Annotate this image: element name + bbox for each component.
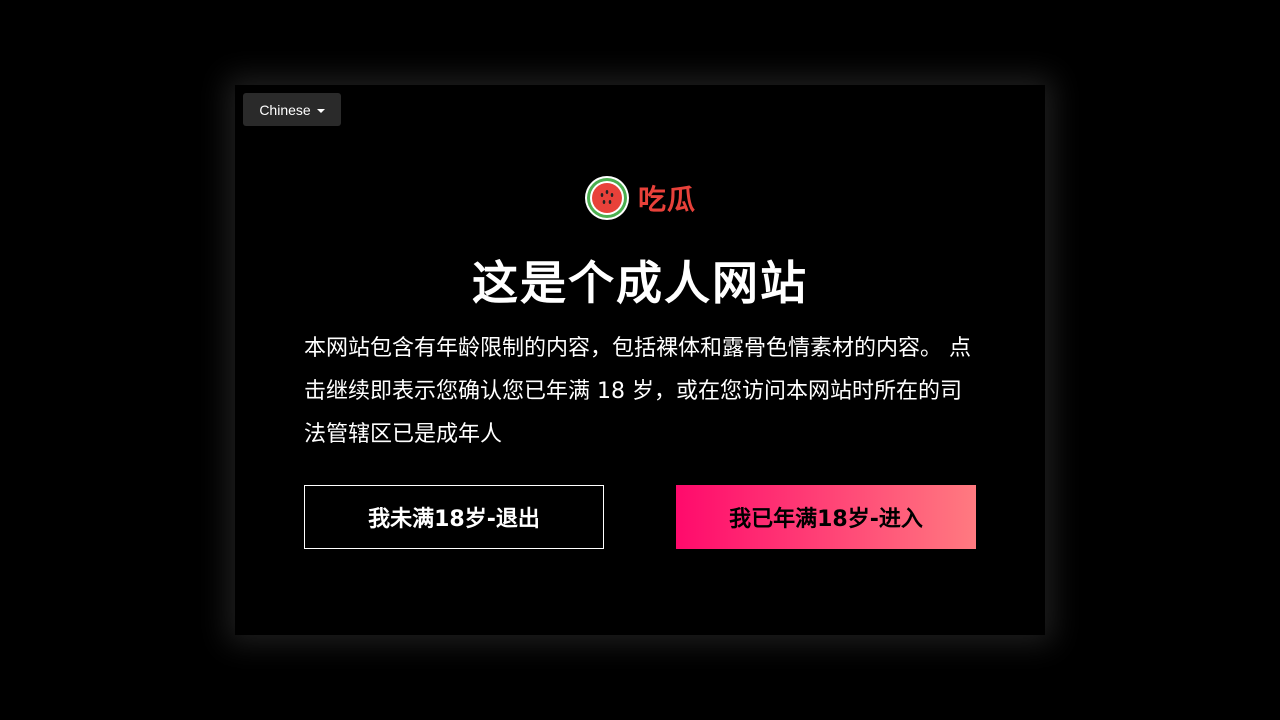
- site-logo: 吃瓜: [235, 175, 1045, 221]
- caret-down-icon: [316, 108, 325, 113]
- age-warning-description: 本网站包含有年龄限制的内容，包括裸体和露骨色情素材的内容。 点击继续即表示您确认…: [304, 336, 971, 447]
- language-selected-label: Chinese: [259, 101, 311, 118]
- enter-button[interactable]: 我已年满18岁-进入: [676, 485, 976, 549]
- language-dropdown[interactable]: Chinese: [243, 93, 341, 126]
- watermelon-icon: [584, 176, 629, 220]
- age-verification-modal: Chinese 吃瓜 这是个成人网站 本网站包含有年龄限制的内容，包括裸体和露骨…: [235, 85, 1045, 635]
- exit-button[interactable]: 我未满18岁-退出: [304, 485, 604, 549]
- page-title: 这是个成人网站: [472, 256, 808, 310]
- logo-text: 吃瓜: [637, 183, 696, 216]
